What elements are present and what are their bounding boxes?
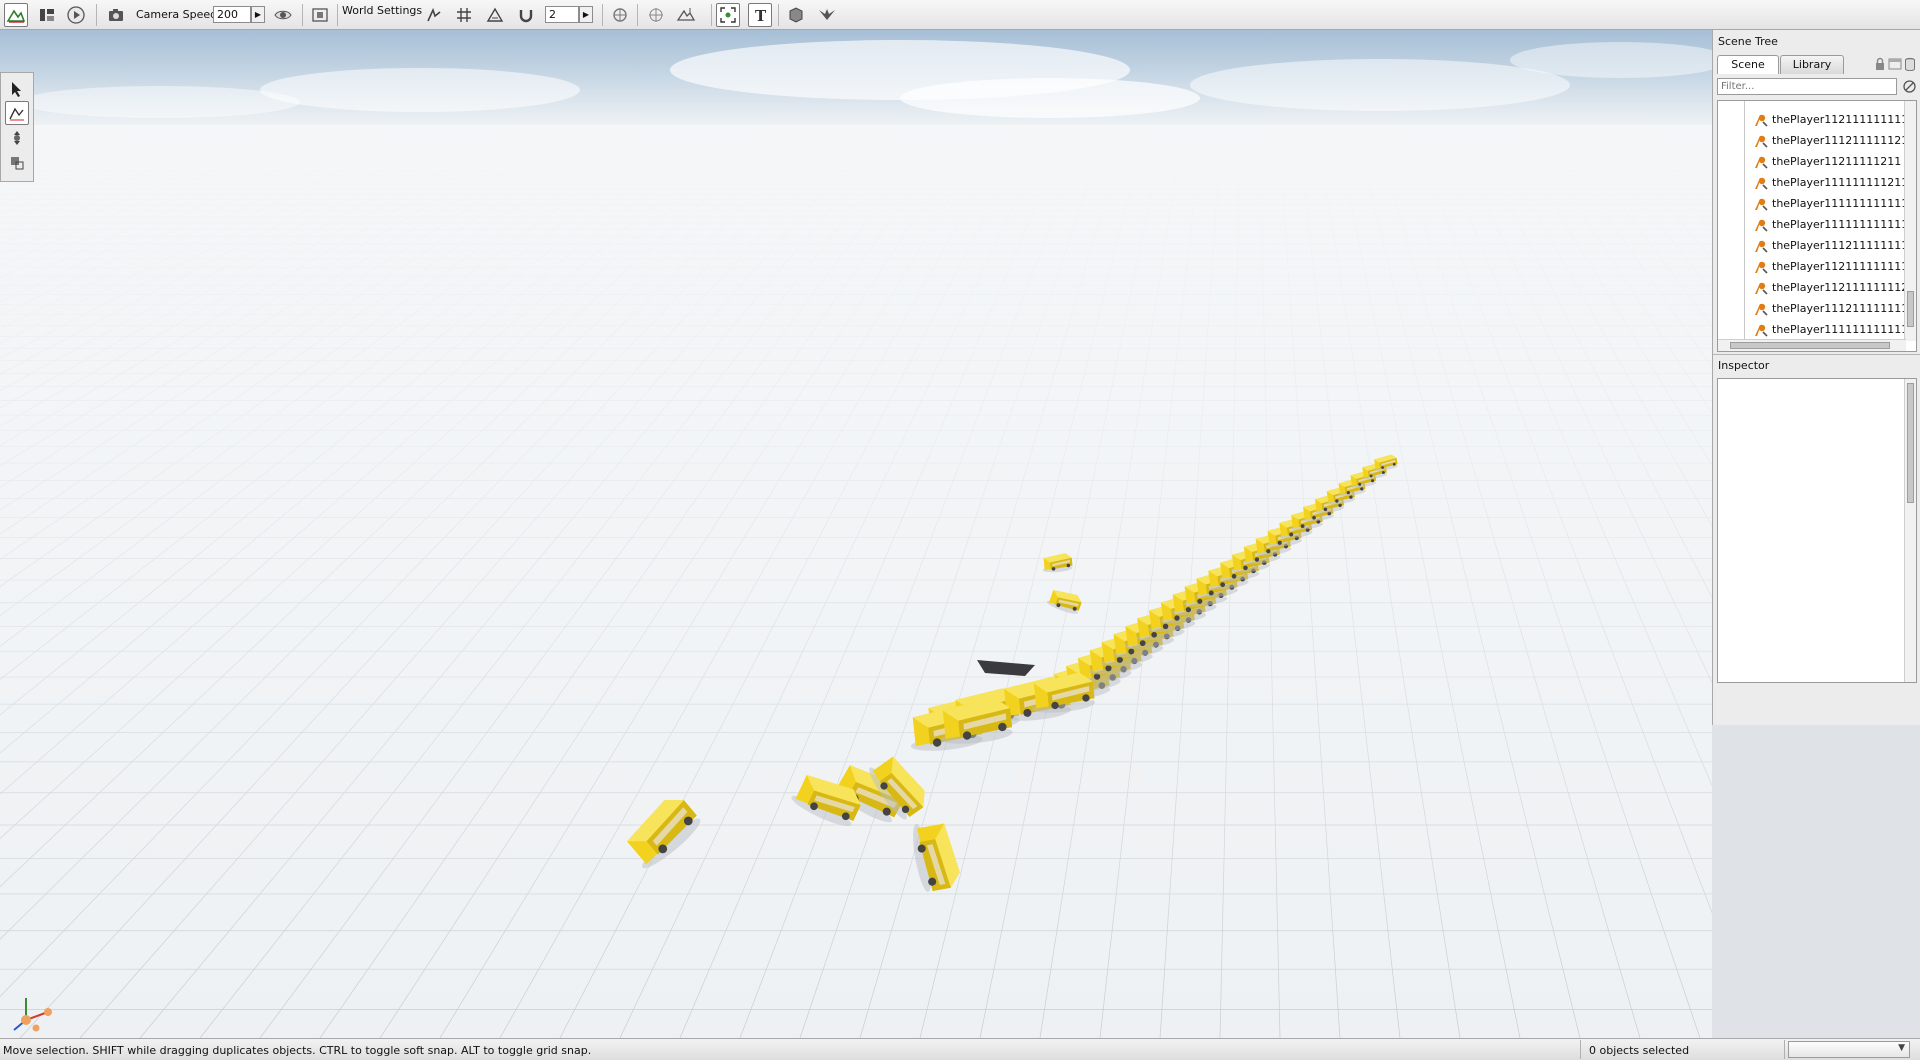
terrain-snap-icon[interactable]	[422, 3, 446, 27]
camera-speed-input[interactable]: 200	[213, 6, 251, 23]
drop-at-icon[interactable]	[674, 3, 698, 27]
camera-speed-stepper[interactable]: ▶	[251, 6, 265, 23]
world-editor-icon[interactable]	[4, 3, 28, 27]
scale-tool-icon[interactable]	[5, 151, 29, 175]
scene-filter-input[interactable]	[1717, 78, 1897, 95]
player-spawn-icon	[1755, 177, 1768, 190]
tree-item[interactable]: thePlayer1111111112111	[1718, 172, 1904, 193]
tree-item[interactable]: thePlayer1121111111121	[1718, 277, 1904, 298]
player-spawn-icon	[1755, 198, 1768, 211]
inspector-panel[interactable]	[1717, 378, 1917, 683]
player-spawn-icon	[1755, 324, 1768, 337]
status-dropdown[interactable]: ▼	[1788, 1041, 1910, 1058]
tree-item-label: thePlayer112111111111	[1772, 113, 1904, 126]
clear-filter-icon[interactable]	[1902, 79, 1917, 94]
player-spawn-icon	[1755, 282, 1768, 295]
tree-item-label: thePlayer1112111111211	[1772, 134, 1904, 147]
bounds-snap-icon[interactable]	[483, 3, 507, 27]
select-arrow-icon[interactable]	[5, 77, 29, 101]
ground-grid	[0, 125, 1712, 1038]
tree-item[interactable]: thePlayer11111111111112	[1718, 214, 1904, 235]
tree-item-label: thePlayer1121111111112	[1772, 260, 1904, 273]
right-dock: Scene Tree Scene Library thePlayer112111…	[1712, 30, 1920, 725]
player-spawn-icon	[1755, 261, 1768, 274]
rotate-tool-icon[interactable]	[5, 126, 29, 150]
player-spawn-icon	[1755, 219, 1768, 232]
tree-item-label: thePlayer1121111111121	[1772, 281, 1904, 294]
world-settings-label[interactable]: World Settings	[342, 4, 422, 17]
world-axis-icon[interactable]	[644, 3, 668, 27]
visibility-eye-icon[interactable]	[271, 3, 295, 27]
snap-value-input[interactable]: 2	[545, 6, 579, 23]
lock-icon[interactable]	[1874, 57, 1886, 71]
tree-item-label: thePlayer11121111111121	[1772, 302, 1904, 315]
tree-item[interactable]: thePlayer111111111111121	[1718, 319, 1904, 340]
main-toolbar: Camera Speed 200 ▶ World Settings 2 ▶ T	[0, 0, 1920, 30]
tree-item-label: thePlayer111111111111121	[1772, 323, 1904, 336]
materials-icon[interactable]	[784, 3, 808, 27]
selection-count: 0 objects selected	[1589, 1044, 1690, 1057]
move-tool-icon[interactable]	[5, 101, 29, 125]
3d-viewport[interactable]	[0, 30, 1712, 1038]
camera-icon[interactable]	[104, 3, 128, 27]
play-game-icon[interactable]	[64, 3, 88, 27]
tree-item[interactable]: thePlayer1112111111211	[1718, 130, 1904, 151]
snap-value-stepper[interactable]: ▶	[579, 6, 593, 23]
object-transform-icon[interactable]	[608, 3, 632, 27]
tree-item-label: thePlayer11211111211	[1772, 155, 1902, 168]
scene-tree-list[interactable]: thePlayer112111111111 thePlayer1112111111…	[1717, 100, 1917, 352]
scene-tree-title: Scene Tree	[1718, 35, 1778, 48]
tree-item[interactable]: thePlayer1121111111112	[1718, 256, 1904, 277]
scene-tree-hscrollbar[interactable]	[1718, 339, 1906, 351]
status-bar: Move selection. SHIFT while dragging dup…	[0, 1038, 1920, 1060]
snapshot-icon[interactable]	[308, 3, 332, 27]
tree-item[interactable]: thePlayer1112111111112	[1718, 235, 1904, 256]
tree-item[interactable]: thePlayer112111111111	[1718, 109, 1904, 130]
tree-item[interactable]: thePlayer1111111111112	[1718, 193, 1904, 214]
tree-item-label: thePlayer1112111111112	[1772, 239, 1904, 252]
tree-item-label: thePlayer11111111111112	[1772, 218, 1904, 231]
player-spawn-icon	[1755, 156, 1768, 169]
magnet-snap-icon[interactable]	[514, 3, 538, 27]
tree-item-label: thePlayer1111111112111	[1772, 176, 1904, 189]
axis-gizmo-icon	[13, 998, 52, 1032]
tool-palette	[0, 72, 34, 182]
svg-text:T: T	[755, 7, 767, 24]
tree-item[interactable]: thePlayer11211111211	[1718, 151, 1904, 172]
trash-icon[interactable]	[1904, 57, 1916, 71]
sky-backdrop	[0, 30, 1712, 130]
inspector-title: Inspector	[1718, 359, 1770, 372]
player-spawn-icon	[1755, 114, 1768, 127]
inspector-vscrollbar[interactable]	[1904, 379, 1916, 682]
grid-snap-icon[interactable]	[452, 3, 476, 27]
fit-selection-icon[interactable]	[716, 3, 740, 27]
player-spawn-icon	[1755, 240, 1768, 253]
text-labels-icon[interactable]: T	[748, 3, 772, 27]
chevron-down-icon: ▼	[1898, 1043, 1905, 1053]
window-icon[interactable]	[1888, 58, 1902, 70]
player-spawn-icon	[1755, 135, 1768, 148]
player-spawn-icon	[1755, 303, 1768, 316]
tree-item-label: thePlayer1111111111112	[1772, 197, 1904, 210]
tree-item[interactable]: thePlayer11121111111121	[1718, 298, 1904, 319]
tab-scene[interactable]: Scene	[1717, 55, 1779, 74]
scene-tree-vscrollbar[interactable]	[1904, 101, 1916, 341]
meshes-icon[interactable]	[815, 3, 839, 27]
tab-library[interactable]: Library	[1780, 55, 1844, 74]
gui-editor-icon[interactable]	[35, 3, 59, 27]
camera-speed-label: Camera Speed	[136, 8, 218, 21]
status-hint-text: Move selection. SHIFT while dragging dup…	[3, 1044, 592, 1057]
